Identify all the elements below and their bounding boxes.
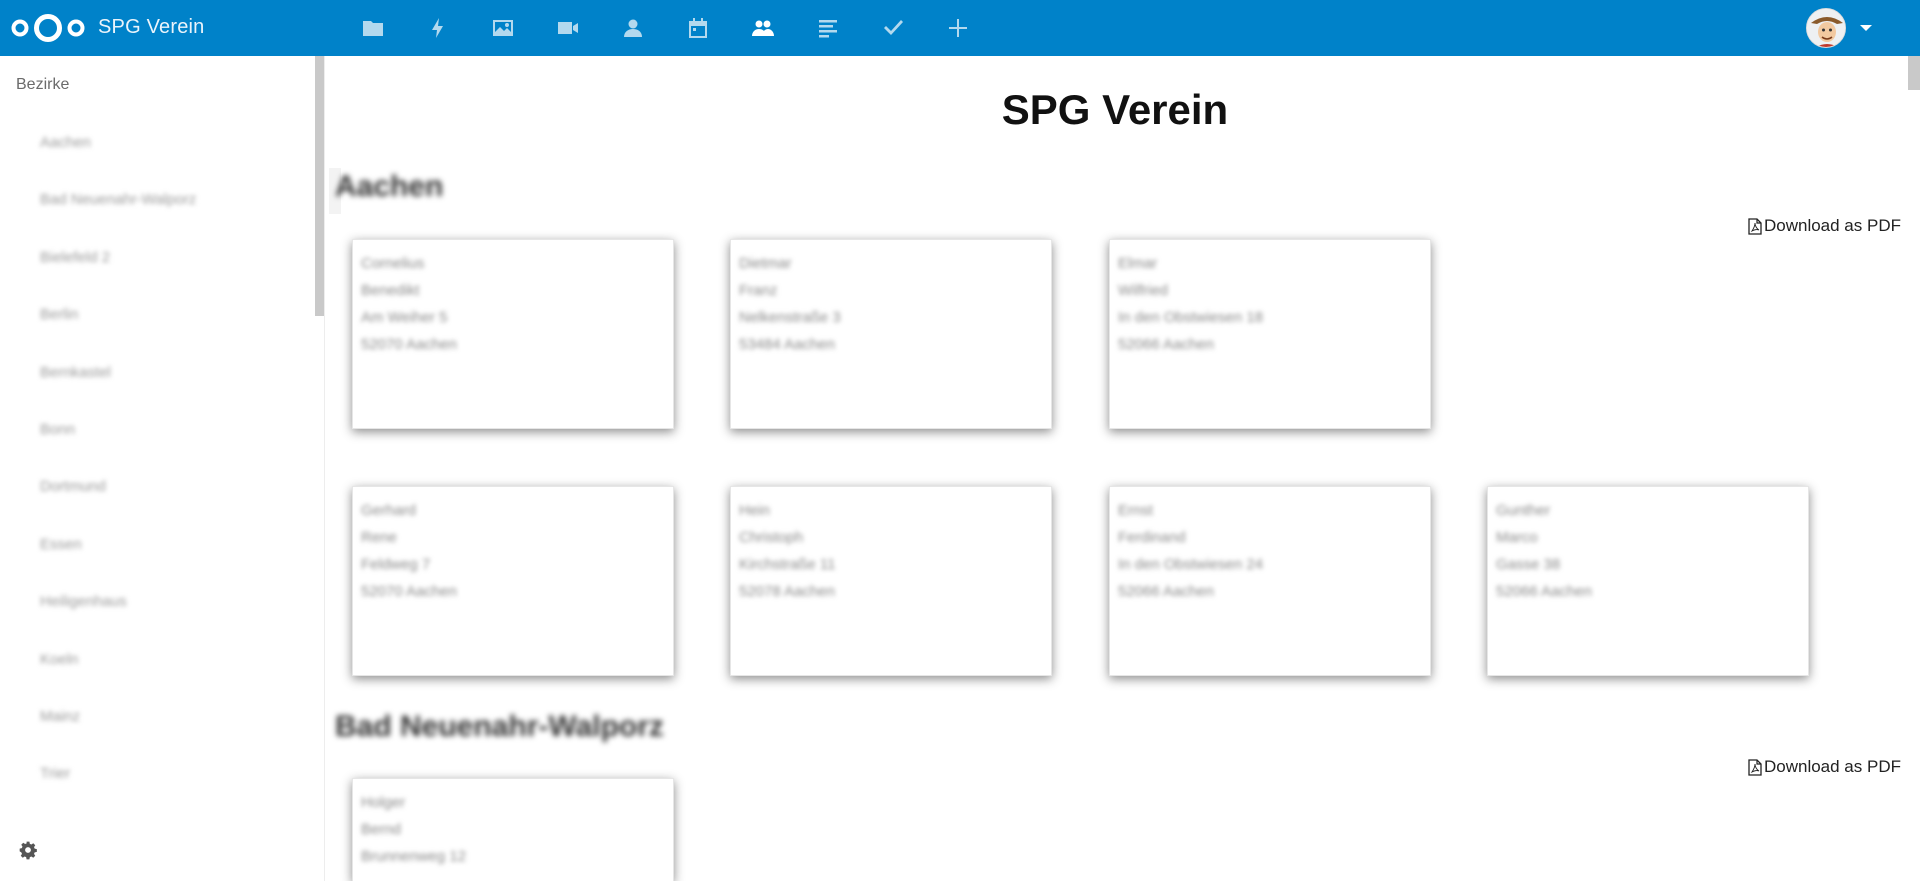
card-line: Ernst xyxy=(1118,502,1154,519)
lightning-icon xyxy=(431,18,443,38)
card-line: Franz xyxy=(739,282,778,299)
card-line: Gasse 38 xyxy=(1496,556,1561,573)
card-line: 53484 Aachen xyxy=(739,336,835,353)
avatar-image xyxy=(1807,9,1845,47)
card-line: Christoph xyxy=(739,529,804,546)
card-line: Nelkenstraße 3 xyxy=(739,309,841,326)
sidebar-item[interactable]: Berlin xyxy=(40,306,196,363)
sidebar-item[interactable]: Bernkastel xyxy=(40,364,196,421)
top-header: SPG Verein xyxy=(0,0,1920,56)
card-line: 52070 Aachen xyxy=(361,583,457,600)
member-card[interactable]: Dietmar Franz Nelkenstraße 3 53484 Aache… xyxy=(730,239,1052,429)
calendar-icon xyxy=(688,18,707,38)
nextcloud-logo[interactable] xyxy=(10,12,86,44)
member-card[interactable]: Gunther Marco Gasse 38 52066 Aachen xyxy=(1487,486,1809,676)
sidebar-item[interactable]: Trier xyxy=(40,765,196,822)
main-content: SPG Verein Aachen Download as PDF Cornel… xyxy=(325,56,1920,881)
sidebar-list: Aachen Bad Neuenahr-Walporz Bielefeld 2 … xyxy=(40,134,196,823)
video-icon xyxy=(557,22,578,34)
download-pdf-link[interactable]: Download as PDF xyxy=(1748,757,1901,777)
sidebar-item[interactable]: Heiligenhaus xyxy=(40,593,196,650)
card-line: In den Obstwiesen 24 xyxy=(1118,556,1264,573)
sidebar-scrollbar[interactable] xyxy=(315,56,324,316)
card-line: Hein xyxy=(739,502,770,519)
sidebar-item[interactable]: Bad Neuenahr-Walporz xyxy=(40,191,196,248)
checkmark-icon xyxy=(883,20,903,35)
card-line: Brunnenweg 12 xyxy=(361,848,467,865)
app-contacts[interactable] xyxy=(600,0,665,56)
card-line: Gunther xyxy=(1496,502,1551,519)
sidebar: Bezirke Aachen Bad Neuenahr-Walporz Biel… xyxy=(0,56,315,881)
pdf-file-icon xyxy=(1748,217,1762,235)
card-line: 52066 Aachen xyxy=(1496,583,1592,600)
download-pdf-link[interactable]: Download as PDF xyxy=(1748,216,1901,236)
card-line: In den Obstwiesen 18 xyxy=(1118,309,1264,326)
sidebar-item[interactable]: Essen xyxy=(40,536,196,593)
card-line: 52066 Aachen xyxy=(1118,336,1214,353)
app-photos[interactable] xyxy=(470,0,535,56)
app-more[interactable] xyxy=(925,0,990,56)
sidebar-item[interactable]: Dortmund xyxy=(40,478,196,535)
member-card[interactable]: Holger Bernd Brunnenweg 12 xyxy=(352,778,674,881)
app-tasks[interactable] xyxy=(860,0,925,56)
member-card[interactable]: Elmar Wilfried In den Obstwiesen 18 5206… xyxy=(1109,239,1431,429)
pdf-file-icon xyxy=(1748,758,1762,776)
sidebar-item[interactable]: Aachen xyxy=(40,134,196,191)
contacts-icon xyxy=(623,19,642,37)
folder-icon xyxy=(362,21,383,36)
section-title: Bad Neuenahr-Walporz xyxy=(335,710,664,743)
app-activity[interactable] xyxy=(405,0,470,56)
card-line: Rene xyxy=(361,529,397,546)
main-scrollbar[interactable] xyxy=(1908,56,1920,90)
card-line: Cornelius xyxy=(361,255,425,272)
image-icon xyxy=(492,20,513,36)
member-card[interactable]: Ernst Ferdinand In den Obstwiesen 24 520… xyxy=(1109,486,1431,676)
card-line: 52070 Aachen xyxy=(361,336,457,353)
gear-icon[interactable] xyxy=(18,840,38,860)
app-notes[interactable] xyxy=(795,0,860,56)
card-line: Kirchstraße 11 xyxy=(739,556,836,573)
user-menu[interactable] xyxy=(1806,8,1872,48)
sidebar-item[interactable]: Koeln xyxy=(40,651,196,708)
card-line: 52078 Aachen xyxy=(739,583,835,600)
card-line: Wilfried xyxy=(1118,282,1169,299)
caret-down-icon[interactable] xyxy=(1860,25,1872,31)
app-navigation xyxy=(340,0,990,56)
member-card[interactable]: Gerhard Rene Feldweg 7 52070 Aachen xyxy=(352,486,674,676)
card-line: Bernd xyxy=(361,821,402,838)
plus-icon xyxy=(948,19,967,37)
page-title: SPG Verein xyxy=(1001,86,1229,133)
app-name[interactable]: SPG Verein xyxy=(98,16,205,39)
download-pdf-label: Download as PDF xyxy=(1763,216,1901,235)
avatar[interactable] xyxy=(1806,8,1846,48)
app-files[interactable] xyxy=(340,0,405,56)
download-pdf-label: Download as PDF xyxy=(1763,757,1901,776)
card-line: Holger xyxy=(361,794,406,811)
card-line: Am Weiher 5 xyxy=(361,309,448,326)
sidebar-item[interactable]: Mainz xyxy=(40,708,196,765)
section-title: Aachen xyxy=(335,170,444,203)
app-verein[interactable] xyxy=(730,0,795,56)
card-line: Marco xyxy=(1496,529,1538,546)
sidebar-item[interactable]: Bielefeld 2 xyxy=(40,249,196,306)
card-line: Benedikt xyxy=(361,282,420,299)
card-line: Dietmar xyxy=(739,255,792,272)
card-line: Feldweg 7 xyxy=(361,556,431,573)
app-talk[interactable] xyxy=(535,0,600,56)
member-card[interactable]: Hein Christoph Kirchstraße 11 52078 Aach… xyxy=(730,486,1052,676)
member-card[interactable]: Cornelius Benedikt Am Weiher 5 52070 Aac… xyxy=(352,239,674,429)
sidebar-heading: Bezirke xyxy=(16,76,70,93)
card-line: Elmar xyxy=(1118,255,1158,272)
group-icon xyxy=(751,20,774,36)
app-calendar[interactable] xyxy=(665,0,730,56)
text-lines-icon xyxy=(818,20,837,38)
sidebar-item[interactable]: Bonn xyxy=(40,421,196,478)
card-line: 52066 Aachen xyxy=(1118,583,1214,600)
card-line: Ferdinand xyxy=(1118,529,1186,546)
card-line: Gerhard xyxy=(361,502,417,519)
